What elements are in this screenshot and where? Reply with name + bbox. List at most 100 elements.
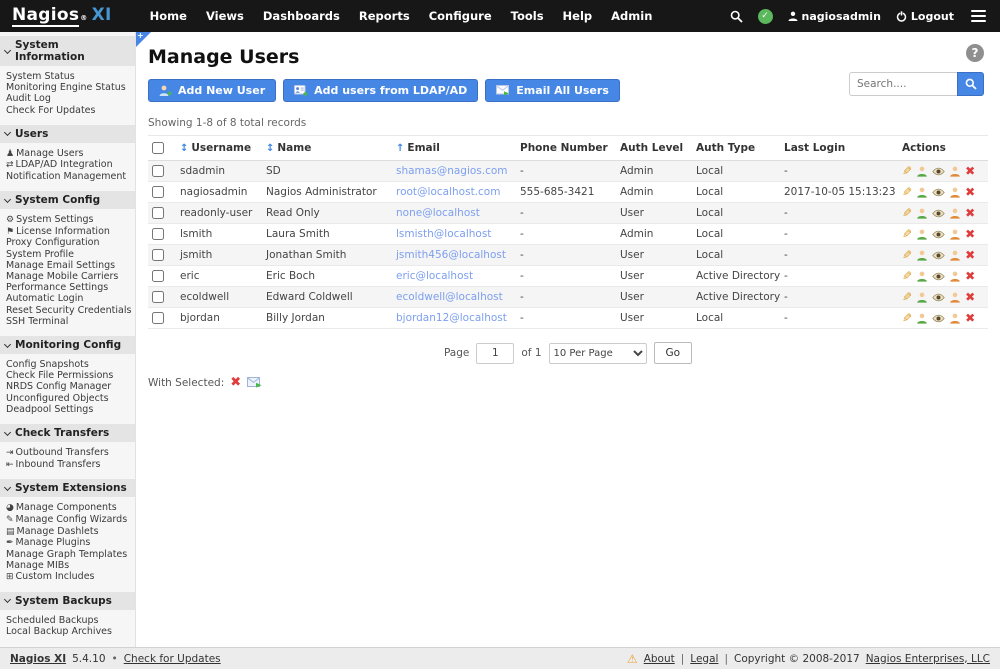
sidebar-item[interactable]: ⇄LDAP/AD Integration	[6, 159, 132, 171]
sidebar-section-header[interactable]: System Extensions	[0, 479, 135, 497]
sidebar-item[interactable]: Local Backup Archives	[6, 626, 132, 637]
email-link[interactable]: shamas@nagios.com	[396, 165, 508, 177]
edit-user-icon[interactable]: ✎	[902, 228, 912, 240]
search-button[interactable]	[957, 72, 984, 96]
sidebar-item[interactable]: Check File Permissions	[6, 370, 132, 381]
impersonate-user-icon[interactable]	[949, 166, 961, 177]
sidebar-item[interactable]: ⚑License Information	[6, 226, 132, 238]
delete-user-icon[interactable]: ✖	[965, 291, 975, 303]
email-selected-icon[interactable]	[247, 377, 262, 388]
sidebar-item[interactable]: Performance Settings	[6, 282, 132, 293]
row-checkbox[interactable]	[152, 312, 164, 324]
clone-user-icon[interactable]	[916, 229, 928, 240]
nav-menu-item[interactable]: Configure	[429, 9, 492, 23]
sidebar-item[interactable]: SSH Terminal	[6, 316, 132, 327]
row-checkbox[interactable]	[152, 291, 164, 303]
product-link[interactable]: Nagios XI	[10, 653, 66, 665]
logout-button[interactable]: Logout	[896, 10, 954, 23]
sidebar-item[interactable]: NRDS Config Manager	[6, 381, 132, 392]
delete-user-icon[interactable]: ✖	[965, 186, 975, 198]
view-user-icon[interactable]	[932, 209, 945, 218]
view-user-icon[interactable]	[932, 188, 945, 197]
sidebar-item[interactable]: System Profile	[6, 249, 132, 260]
email-link[interactable]: lsmisth@localhost	[396, 228, 491, 240]
edit-user-icon[interactable]: ✎	[902, 186, 912, 198]
clone-user-icon[interactable]	[916, 166, 928, 177]
view-user-icon[interactable]	[932, 230, 945, 239]
company-link[interactable]: Nagios Enterprises, LLC	[866, 653, 990, 665]
nav-menu-item[interactable]: Admin	[611, 9, 652, 23]
nav-menu-item[interactable]: Home	[150, 9, 187, 23]
sidebar-section-header[interactable]: System Information	[0, 36, 135, 66]
nav-menu-item[interactable]: Reports	[359, 9, 410, 23]
view-user-icon[interactable]	[932, 272, 945, 281]
row-checkbox[interactable]	[152, 186, 164, 198]
impersonate-user-icon[interactable]	[949, 292, 961, 303]
help-icon[interactable]: ?	[966, 44, 984, 62]
hamburger-menu-icon[interactable]	[969, 8, 988, 25]
impersonate-user-icon[interactable]	[949, 229, 961, 240]
sidebar-collapse-toggle[interactable]	[136, 32, 151, 47]
per-page-select[interactable]: 10 Per Page	[549, 343, 647, 364]
view-user-icon[interactable]	[932, 167, 945, 176]
column-header[interactable]: Phone Number	[516, 136, 616, 161]
delete-user-icon[interactable]: ✖	[965, 312, 975, 324]
sidebar-item[interactable]: Config Snapshots	[6, 359, 132, 370]
sidebar-section-header[interactable]: System Backups	[0, 592, 135, 610]
delete-user-icon[interactable]: ✖	[965, 270, 975, 282]
email-all-users-button[interactable]: Email All Users	[485, 79, 620, 102]
sidebar-item[interactable]: Audit Log	[6, 93, 132, 104]
page-number-input[interactable]	[476, 343, 514, 364]
sidebar-item[interactable]: Manage MIBs	[6, 560, 132, 571]
column-header[interactable]: Auth Level	[616, 136, 692, 161]
sidebar-item[interactable]: Automatic Login	[6, 293, 132, 304]
row-checkbox[interactable]	[152, 228, 164, 240]
sidebar-item[interactable]: Manage Mobile Carriers	[6, 271, 132, 282]
edit-user-icon[interactable]: ✎	[902, 207, 912, 219]
view-user-icon[interactable]	[932, 314, 945, 323]
edit-user-icon[interactable]: ✎	[902, 291, 912, 303]
email-link[interactable]: jsmith456@localhost	[396, 249, 506, 261]
sidebar-item[interactable]: Monitoring Engine Status	[6, 82, 132, 93]
sidebar-item[interactable]: Scheduled Backups	[6, 615, 132, 626]
impersonate-user-icon[interactable]	[949, 187, 961, 198]
clone-user-icon[interactable]	[916, 292, 928, 303]
email-link[interactable]: bjordan12@localhost	[396, 312, 507, 324]
row-checkbox[interactable]	[152, 207, 164, 219]
sidebar-item[interactable]: Unconfigured Objects	[6, 393, 132, 404]
nav-menu-item[interactable]: Tools	[511, 9, 544, 23]
sidebar-item[interactable]: ◕Manage Components	[6, 502, 132, 514]
sidebar-section-header[interactable]: Check Transfers	[0, 424, 135, 442]
impersonate-user-icon[interactable]	[949, 271, 961, 282]
column-header[interactable]: ↑Email	[392, 136, 516, 161]
sidebar-item[interactable]: ▤Manage Dashlets	[6, 526, 132, 538]
email-link[interactable]: root@localhost.com	[396, 186, 500, 198]
column-header[interactable]: ↕Name	[262, 136, 392, 161]
delete-user-icon[interactable]: ✖	[965, 249, 975, 261]
email-link[interactable]: ecoldwell@localhost	[396, 291, 503, 303]
add-new-user-button[interactable]: Add New User	[148, 79, 276, 102]
sidebar-item[interactable]: ⇤Inbound Transfers	[6, 459, 132, 471]
view-user-icon[interactable]	[932, 293, 945, 302]
impersonate-user-icon[interactable]	[949, 250, 961, 261]
nav-menu-item[interactable]: Dashboards	[263, 9, 340, 23]
clone-user-icon[interactable]	[916, 250, 928, 261]
sidebar-item[interactable]: Notification Management	[6, 171, 132, 182]
clone-user-icon[interactable]	[916, 271, 928, 282]
sidebar-item[interactable]: Manage Email Settings	[6, 260, 132, 271]
sidebar-item[interactable]: ✎Manage Config Wizards	[6, 514, 132, 526]
column-header[interactable]: Last Login	[780, 136, 898, 161]
column-header[interactable]: Auth Type	[692, 136, 780, 161]
sidebar-item[interactable]: Manage Graph Templates	[6, 549, 132, 560]
email-link[interactable]: none@localhost	[396, 207, 480, 219]
clone-user-icon[interactable]	[916, 208, 928, 219]
sidebar-item[interactable]: ♟Manage Users	[6, 148, 132, 160]
sidebar-section-header[interactable]: System Config	[0, 191, 135, 209]
sidebar-item[interactable]: ✒Manage Plugins	[6, 537, 132, 549]
system-status-ok-icon[interactable]: ✓	[758, 9, 773, 24]
clone-user-icon[interactable]	[916, 313, 928, 324]
sidebar-item[interactable]: ⊞Custom Includes	[6, 571, 132, 583]
clone-user-icon[interactable]	[916, 187, 928, 198]
edit-user-icon[interactable]: ✎	[902, 312, 912, 324]
delete-selected-icon[interactable]: ✖	[230, 376, 241, 389]
